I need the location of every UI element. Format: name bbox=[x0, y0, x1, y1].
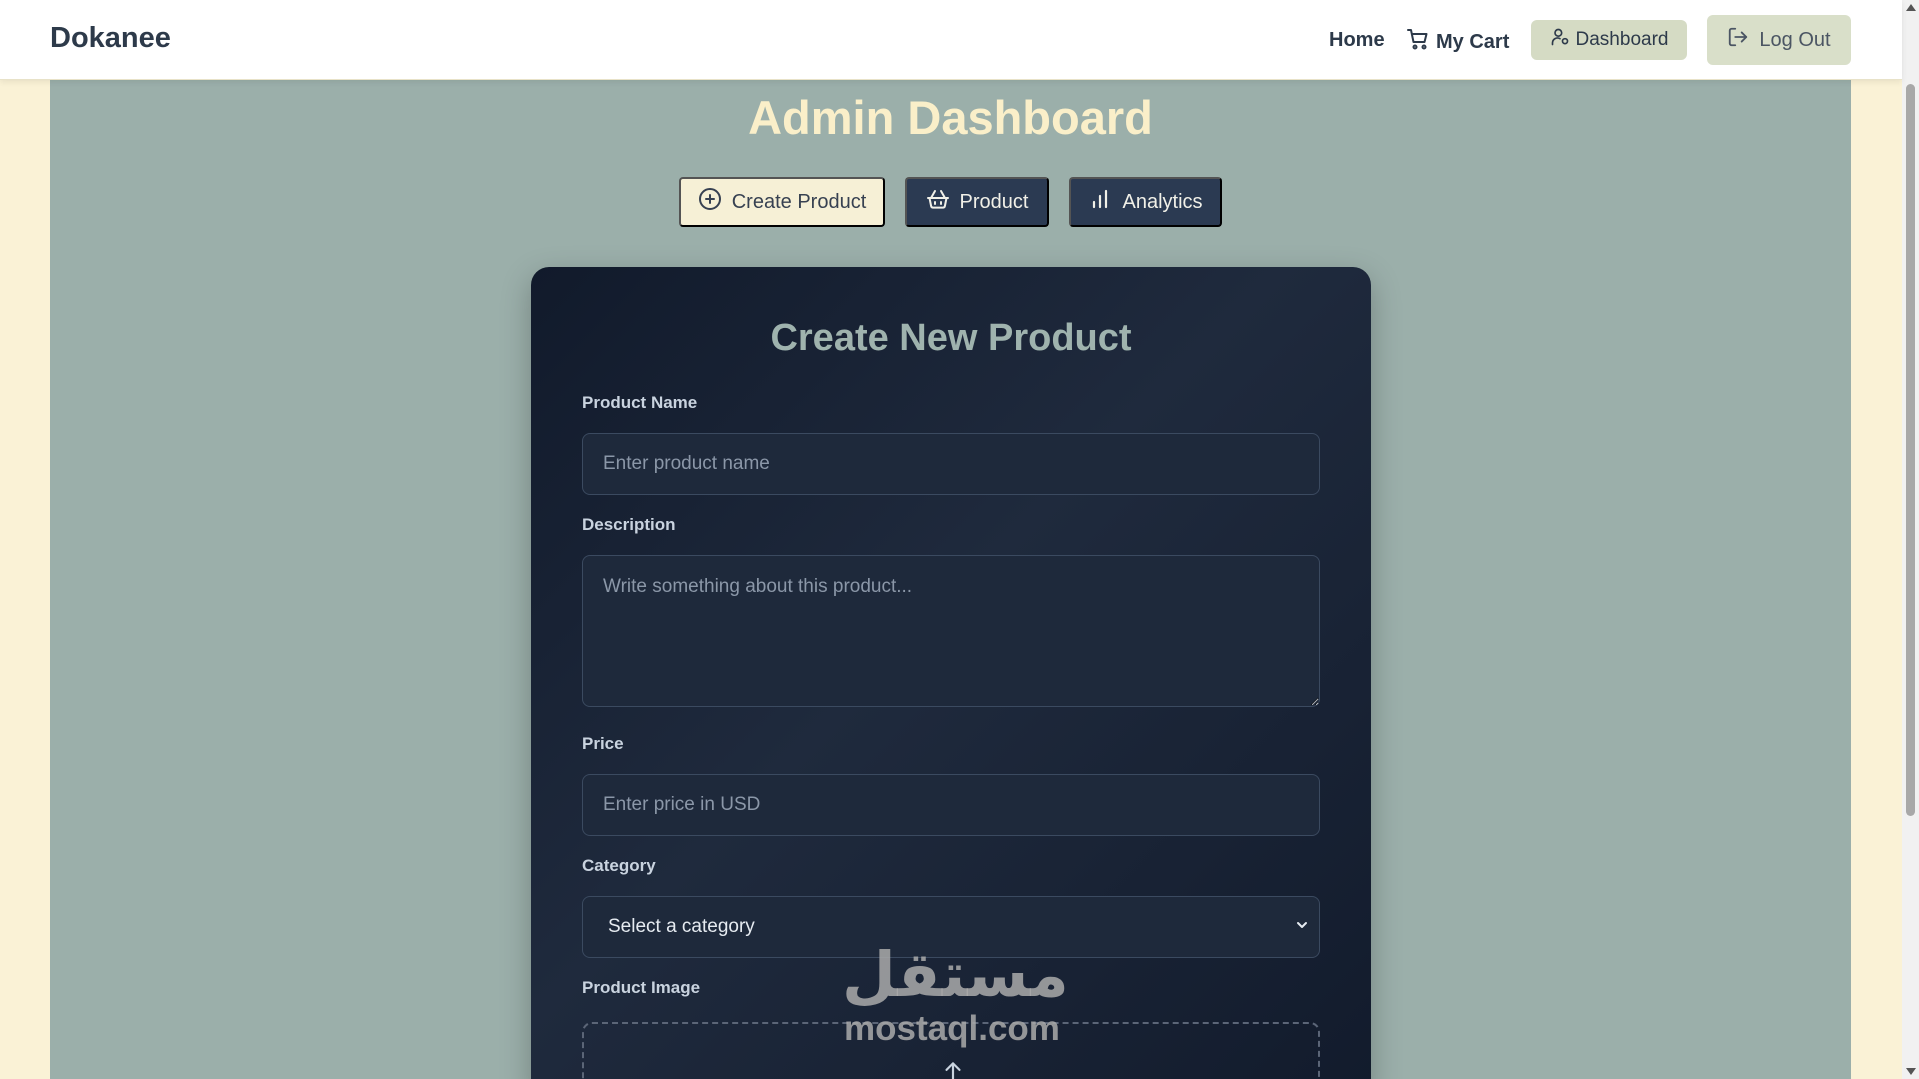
price-input[interactable] bbox=[582, 774, 1320, 836]
vertical-scrollbar[interactable] bbox=[1902, 0, 1919, 1079]
product-name-label: Product Name bbox=[582, 393, 698, 412]
brand-logo[interactable]: Dokanee bbox=[50, 22, 171, 55]
scroll-up-arrow-icon[interactable] bbox=[1906, 4, 1916, 11]
watermark-arabic: مستقل bbox=[842, 941, 1069, 1010]
cart-icon bbox=[1406, 27, 1430, 57]
upload-arrow-icon bbox=[940, 1058, 966, 1079]
tab-create-product[interactable]: Create Product bbox=[679, 177, 885, 227]
price-label: Price bbox=[582, 734, 624, 753]
logout-icon bbox=[1727, 26, 1749, 54]
watermark: مستقل mostaql.com bbox=[842, 941, 1069, 1048]
tab-create-product-label: Create Product bbox=[731, 190, 867, 213]
basket-icon bbox=[926, 187, 950, 217]
plus-circle-icon bbox=[698, 187, 722, 217]
page-title: Admin Dashboard bbox=[748, 91, 1153, 144]
nav-cart-label: My Cart bbox=[1436, 30, 1510, 53]
chevron-down-icon bbox=[1295, 916, 1309, 938]
nav-dashboard-label: Dashboard bbox=[1575, 29, 1669, 50]
logout-label: Log Out bbox=[1759, 28, 1831, 51]
description-label: Description bbox=[582, 515, 676, 534]
bar-chart-icon bbox=[1088, 187, 1112, 217]
tab-analytics-label: Analytics bbox=[1122, 190, 1203, 213]
description-textarea[interactable] bbox=[582, 555, 1320, 707]
tab-product-label: Product bbox=[959, 190, 1029, 213]
scroll-down-arrow-icon[interactable] bbox=[1906, 1068, 1916, 1075]
logout-button[interactable]: Log Out bbox=[1707, 15, 1851, 65]
product-name-input[interactable] bbox=[582, 433, 1320, 495]
top-navbar: Dokanee Home My Cart Dashboard Log Out bbox=[0, 0, 1902, 80]
nav-cart-link[interactable]: My Cart bbox=[1406, 27, 1509, 57]
product-image-label: Product Image bbox=[582, 978, 701, 997]
nav-dashboard-button[interactable]: Dashboard bbox=[1531, 20, 1687, 60]
form-title: Create New Product bbox=[770, 317, 1132, 359]
category-selected-value: Select a category bbox=[608, 916, 755, 937]
scrollbar-thumb[interactable] bbox=[1906, 84, 1915, 816]
watermark-latin: mostaql.com bbox=[844, 1009, 1060, 1048]
nav-home-link[interactable]: Home bbox=[1329, 29, 1385, 52]
tab-analytics[interactable]: Analytics bbox=[1069, 177, 1222, 227]
dashboard-main: Admin Dashboard Create Product Product A… bbox=[50, 80, 1851, 1079]
user-cog-icon bbox=[1550, 27, 1570, 53]
category-label: Category bbox=[582, 856, 656, 875]
tab-product[interactable]: Product bbox=[905, 177, 1049, 227]
